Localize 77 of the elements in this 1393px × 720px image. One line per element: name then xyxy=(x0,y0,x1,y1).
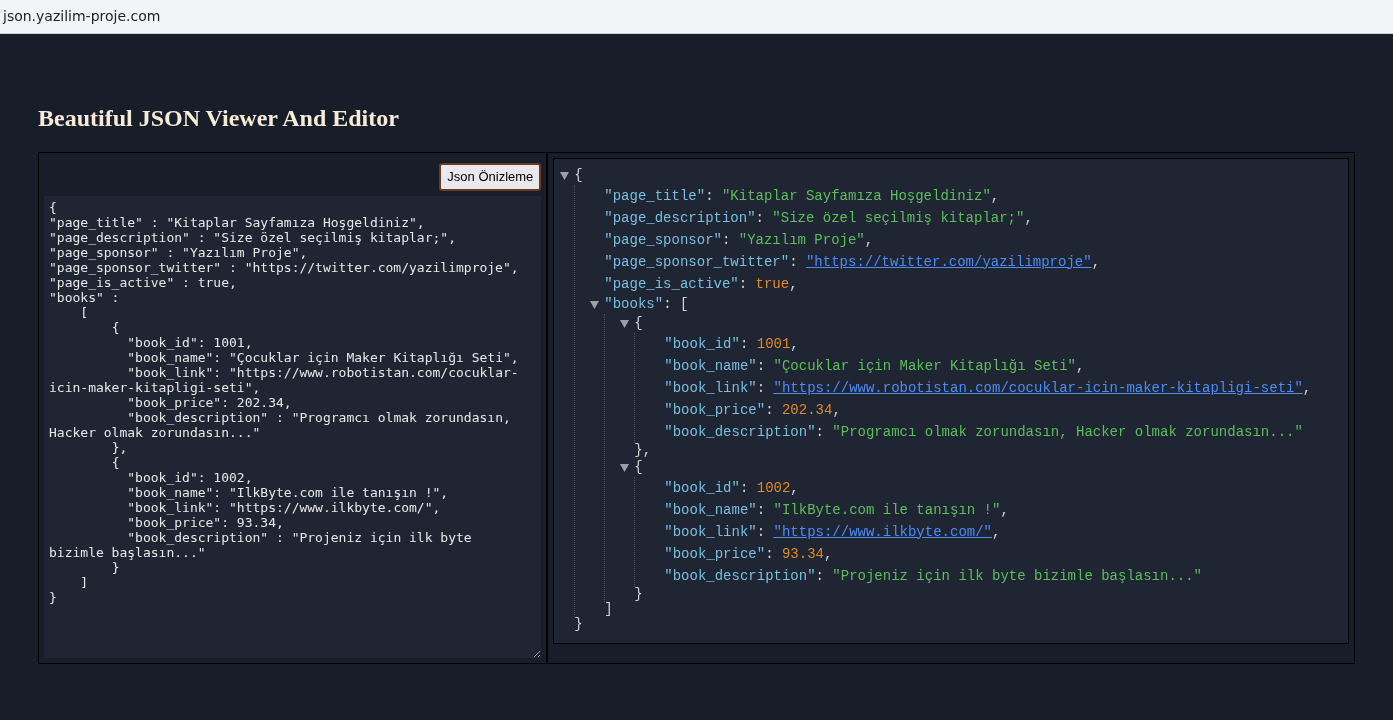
json-key: "book_description" xyxy=(664,421,816,443)
json-key: "page_title" xyxy=(604,185,706,207)
json-value: "Size özel seçilmiş kitaplar;" xyxy=(772,208,1025,228)
json-punctuation: : xyxy=(738,274,749,294)
json-link[interactable]: "https://www.ilkbyte.com/" xyxy=(773,521,992,543)
json-key: "book_name" xyxy=(664,499,757,521)
json-punctuation: , xyxy=(1076,356,1085,376)
json-punctuation: , xyxy=(990,186,1000,206)
json-punctuation: : xyxy=(756,500,767,520)
json-punctuation: , xyxy=(1000,500,1009,520)
json-punctuation: : xyxy=(705,186,715,206)
json-value: "Yazılım Proje" xyxy=(738,230,865,250)
json-key: "book_name" xyxy=(664,355,757,377)
json-key: "book_link" xyxy=(664,521,757,543)
json-punctuation: , xyxy=(1091,252,1101,272)
json-key: "page_sponsor_twitter" xyxy=(604,251,790,273)
json-value: true xyxy=(755,274,790,294)
json-key: "book_id" xyxy=(664,477,740,499)
json-value: "Projeniz için ilk byte bizimle başlasın..." xyxy=(832,566,1203,586)
json-punctuation: , xyxy=(864,230,874,250)
json-value: 93.34 xyxy=(781,544,824,564)
json-punctuation: , xyxy=(790,478,799,498)
json-punctuation: : xyxy=(739,334,750,354)
json-punctuation: , xyxy=(832,400,841,420)
json-punctuation: : xyxy=(721,230,732,250)
json-value: 202.34 xyxy=(781,400,833,420)
json-punctuation: ] xyxy=(604,600,613,619)
json-punctuation: : xyxy=(756,356,767,376)
json-value: 1002 xyxy=(756,478,791,498)
caret-icon[interactable] xyxy=(590,300,600,309)
json-punctuation: [ xyxy=(679,295,689,314)
json-punctuation: { xyxy=(574,166,583,185)
json-value: "Kitaplar Sayfamıza Hoşgeldiniz" xyxy=(721,186,991,206)
json-punctuation: , xyxy=(790,334,799,354)
json-punctuation: : xyxy=(756,378,767,398)
preview-button[interactable]: Json Önizleme xyxy=(439,163,542,191)
json-key: "page_is_active" xyxy=(604,273,739,295)
json-punctuation: : xyxy=(755,208,765,228)
page-heading: Beautiful JSON Viewer And Editor xyxy=(38,104,400,133)
json-punctuation: : xyxy=(739,478,750,498)
json-key: "books" xyxy=(604,294,664,315)
json-link[interactable]: "https://www.robotistan.com/cocuklar-icin-maker-kitapligi-seti" xyxy=(773,377,1303,399)
json-punctuation: } xyxy=(634,441,643,460)
json-punctuation: : xyxy=(756,522,767,542)
json-punctuation: : xyxy=(815,422,825,442)
caret-icon[interactable] xyxy=(560,171,570,180)
json-key: "book_price" xyxy=(664,543,766,565)
json-key: "page_sponsor" xyxy=(604,229,722,251)
json-punctuation: { xyxy=(634,314,643,333)
json-editor-field[interactable]: { "page_title" : "Kitaplar Sayfamıza Hoşgeldiniz", "page_description" : "Size özel seçilmiş kitaplar;", "page_sponsor" : "Yazılım Proje", "page_sponsor_twitter" : "https://twitter.com/yazilimproje", "page_is_active" : true, "books" : [ { "book_id": 1001, "book_name": "Çocuklar için Maker Kitaplığı Seti", "book_link": "https://www.robotistan.com/cocuklar-icin-maker-kitapligi-seti", "book_price": 202.34, "book_description" : "Programcı olmak zorundasın, Hacker olmak zorundasın..." }, { "book_id": 1002, "book_name": "IlkByte.com ile tanışın !", "book_link": "https://www.ilkbyte.com/", "book_price": 93.34, "book_description" : "Projeniz için ilk byte bizimle başlasın..." } ] } xyxy=(44,196,542,658)
json-punctuation: : xyxy=(663,295,673,314)
json-link[interactable]: "https://twitter.com/yazilimproje" xyxy=(805,251,1092,273)
json-punctuation: : xyxy=(815,566,825,586)
json-punctuation: { xyxy=(634,458,643,477)
json-punctuation: , xyxy=(1024,208,1033,228)
json-punctuation: , xyxy=(823,544,833,564)
json-value: "Programcı olmak zorundasın, Hacker olmak zorundasın..." xyxy=(832,422,1303,442)
json-punctuation: } xyxy=(574,615,583,634)
json-value: 1001 xyxy=(756,334,791,354)
json-key: "book_link" xyxy=(664,377,757,399)
json-punctuation: , xyxy=(992,522,1001,542)
json-value: "Çocuklar için Maker Kitaplığı Seti" xyxy=(773,356,1076,376)
url-text[interactable]: json.yazilim-proje.com xyxy=(3,6,161,27)
json-punctuation: , xyxy=(642,441,652,460)
json-punctuation: : xyxy=(765,400,775,420)
caret-icon[interactable] xyxy=(620,463,630,472)
json-punctuation: : xyxy=(789,252,799,272)
json-punctuation: , xyxy=(789,274,798,294)
json-punctuation: } xyxy=(634,585,643,604)
json-key: "book_description" xyxy=(664,565,816,587)
json-punctuation: : xyxy=(765,544,775,564)
json-key: "book_id" xyxy=(664,333,740,355)
json-key: "book_price" xyxy=(664,399,766,421)
json-key: "page_description" xyxy=(604,207,756,229)
json-value: "IlkByte.com ile tanışın !" xyxy=(773,500,1001,520)
json-punctuation: , xyxy=(1302,378,1312,398)
caret-icon[interactable] xyxy=(620,319,630,328)
